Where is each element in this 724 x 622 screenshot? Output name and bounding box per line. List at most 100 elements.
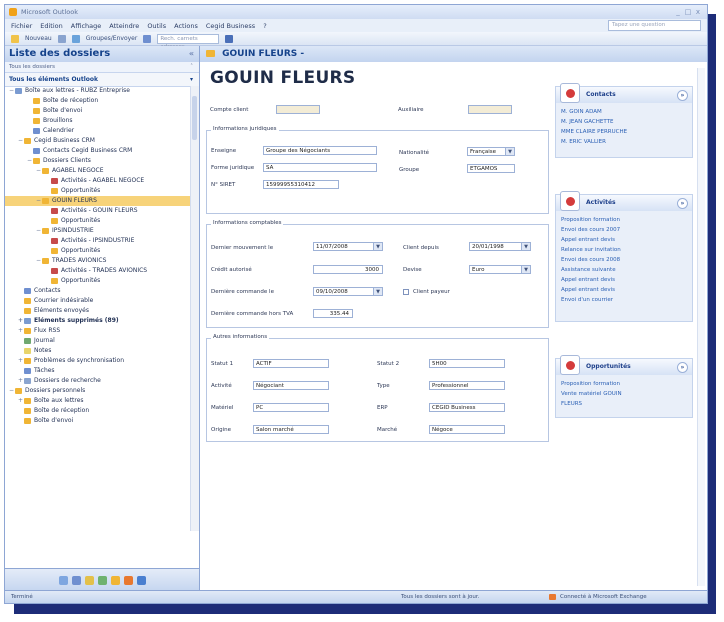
folder-tree-item[interactable]: − AGABEL NEGOCE — [5, 166, 191, 176]
folder-tree-item[interactable]: Boîte de réception — [5, 406, 191, 416]
erp-field[interactable]: CEGID Business — [429, 403, 505, 412]
new-button[interactable]: Nouveau — [25, 35, 52, 42]
navigation-button-icon[interactable] — [123, 575, 133, 585]
auxiliaire-field[interactable] — [468, 105, 512, 114]
activite-link[interactable]: Envoi des cours 2007 — [556, 225, 692, 235]
folder-tree-item[interactable]: − IPSINDUSTRIE — [5, 226, 191, 236]
maximize-button[interactable]: □ — [683, 8, 693, 16]
folder-tree-item[interactable]: Opportunités — [5, 186, 191, 196]
address-search-input[interactable]: Rech. carnets adresses — [157, 33, 220, 50]
folder-tree-item[interactable]: Activités - GOUIN FLEURS — [5, 206, 191, 216]
menu-actions[interactable]: Actions — [174, 22, 198, 30]
folder-tree-item[interactable]: Opportunités — [5, 276, 191, 286]
activite-link[interactable]: Appel entrant devis — [556, 285, 692, 295]
activite-link[interactable]: Relance sur invitation — [556, 245, 692, 255]
derniere-commande-field[interactable]: 09/10/2008 ▼ — [313, 287, 383, 296]
folder-tree-item[interactable]: − Dossiers Clients — [5, 156, 191, 166]
folder-tree-item[interactable]: Boîte d'envoi — [5, 106, 191, 116]
menu-help[interactable]: ? — [263, 22, 266, 30]
scrollbar-thumb[interactable] — [192, 96, 197, 140]
activite-field[interactable]: Négociant — [253, 381, 329, 390]
navigation-button-icon[interactable] — [71, 575, 81, 585]
all-outlook-items-selector[interactable]: Tous les éléments Outlook ▾ — [5, 73, 199, 87]
dropdown-arrow-icon[interactable]: ▼ — [521, 266, 530, 273]
menu-atteindre[interactable]: Atteindre — [109, 22, 139, 30]
chevron-up-icon[interactable]: ˆ — [190, 62, 193, 72]
folder-tree-item[interactable]: Calendrier — [5, 126, 191, 136]
navigation-button-icon[interactable] — [97, 575, 107, 585]
enseigne-field[interactable]: Groupe des Négociants — [263, 146, 377, 155]
folder-tree-item[interactable]: + Problèmes de synchronisation — [5, 356, 191, 366]
contact-link[interactable]: M. ERIC VALLIER — [556, 137, 692, 147]
collapse-icon[interactable]: » — [677, 90, 688, 101]
folder-tree-item[interactable]: Contacts — [5, 286, 191, 296]
dropdown-arrow-icon[interactable]: ▼ — [505, 148, 514, 155]
collapse-icon[interactable]: » — [677, 362, 688, 373]
folder-tree-item[interactable]: Boîte d'envoi — [5, 416, 191, 426]
contact-link[interactable]: M. JEAN GACHETTE — [556, 117, 692, 127]
print-icon[interactable] — [57, 34, 66, 43]
ask-question-input[interactable]: Tapez une question — [608, 20, 701, 31]
groupes-envoyer-button[interactable]: Groupes/Envoyer — [86, 35, 138, 42]
compte-client-field[interactable] — [276, 105, 320, 114]
address-book-icon[interactable] — [143, 34, 152, 43]
contact-link[interactable]: MME CLAIRE PERRUCHE — [556, 127, 692, 137]
folder-tree-item[interactable]: + Eléments supprimés (89) — [5, 316, 191, 326]
siret-field[interactable]: 15999955310412 — [263, 180, 339, 189]
dernier-mouvement-field[interactable]: 11/07/2008 ▼ — [313, 242, 383, 251]
folder-tree-item[interactable]: − GOUIN FLEURS — [5, 196, 191, 206]
menu-fichier[interactable]: Fichier — [11, 22, 32, 30]
nationalite-select[interactable]: Française ▼ — [467, 147, 515, 156]
menu-edition[interactable]: Edition — [40, 22, 63, 30]
type-field[interactable]: Professionnel — [429, 381, 505, 390]
help-icon[interactable] — [225, 34, 234, 43]
client-depuis-field[interactable]: 20/01/1998 ▼ — [469, 242, 531, 251]
contact-link[interactable]: M. GOIN ADAM — [556, 107, 692, 117]
folder-tree-item[interactable]: Contacts Cegid Business CRM — [5, 146, 191, 156]
folder-tree-item[interactable]: Activités - TRADES AVIONICS — [5, 266, 191, 276]
folder-tree-item[interactable]: Opportunités — [5, 246, 191, 256]
statut2-field[interactable]: 5H00 — [429, 359, 505, 368]
credit-autorise-field[interactable]: 3000 — [313, 265, 383, 274]
origine-field[interactable]: Salon marché — [253, 425, 329, 434]
close-button[interactable]: x — [693, 8, 703, 16]
folder-tree-item[interactable]: Eléments envoyés — [5, 306, 191, 316]
folder-tree-item[interactable]: Tâches — [5, 366, 191, 376]
folder-tree-item[interactable]: Activités - AGABEL NEGOCE — [5, 176, 191, 186]
navigation-button-icon[interactable] — [110, 575, 120, 585]
main-scrollbar[interactable] — [697, 68, 705, 586]
folder-tree-item[interactable]: Brouillons — [5, 116, 191, 126]
folder-tree-item[interactable]: − Dossiers personnels — [5, 386, 191, 396]
materiel-field[interactable]: PC — [253, 403, 329, 412]
menu-affichage[interactable]: Affichage — [71, 22, 102, 30]
devise-select[interactable]: Euro ▼ — [469, 265, 531, 274]
folder-tree-item[interactable]: Boîte de réception — [5, 96, 191, 106]
activite-link[interactable]: Proposition formation — [556, 215, 692, 225]
folder-tree-item[interactable]: − TRADES AVIONICS — [5, 256, 191, 266]
folder-tree-item[interactable]: − Cegid Business CRM — [5, 136, 191, 146]
activite-link[interactable]: Appel entrant devis — [556, 275, 692, 285]
folder-tree-item[interactable]: Opportunités — [5, 216, 191, 226]
collapse-icon[interactable]: » — [677, 198, 688, 209]
calendar-dropdown-icon[interactable]: ▼ — [373, 243, 382, 250]
folder-tree-item[interactable]: Notes — [5, 346, 191, 356]
activite-link[interactable]: Envoi des cours 2008 — [556, 255, 692, 265]
commande-ht-field[interactable]: 335.44 — [313, 309, 353, 318]
navigation-button-icon[interactable] — [58, 575, 68, 585]
groupe-field[interactable]: ETGAMOS — [467, 164, 515, 173]
activite-link[interactable]: Envoi d'un courrier — [556, 295, 692, 305]
marche-field[interactable]: Négoce — [429, 425, 505, 434]
chevron-down-icon[interactable]: ▾ — [190, 73, 193, 86]
activite-link[interactable]: Appel entrant devis — [556, 235, 692, 245]
folder-tree-item[interactable]: Courrier indésirable — [5, 296, 191, 306]
folder-tree-scrollbar[interactable] — [190, 86, 199, 531]
calendar-dropdown-icon[interactable]: ▼ — [521, 243, 530, 250]
navigation-button-icon[interactable] — [84, 575, 94, 585]
folder-tree-item[interactable]: − Boîte aux lettres - RUBZ Entreprise — [5, 86, 191, 96]
collapse-pane-icon[interactable]: « — [189, 46, 194, 62]
client-payeur-checkbox[interactable] — [403, 289, 409, 295]
statut1-field[interactable]: ACTIF — [253, 359, 329, 368]
exchange-connection-status[interactable]: Connecté à Microsoft Exchange — [560, 591, 647, 603]
folder-tree-item[interactable]: + Boîte aux lettres — [5, 396, 191, 406]
folder-tree-item[interactable]: + Flux RSS — [5, 326, 191, 336]
